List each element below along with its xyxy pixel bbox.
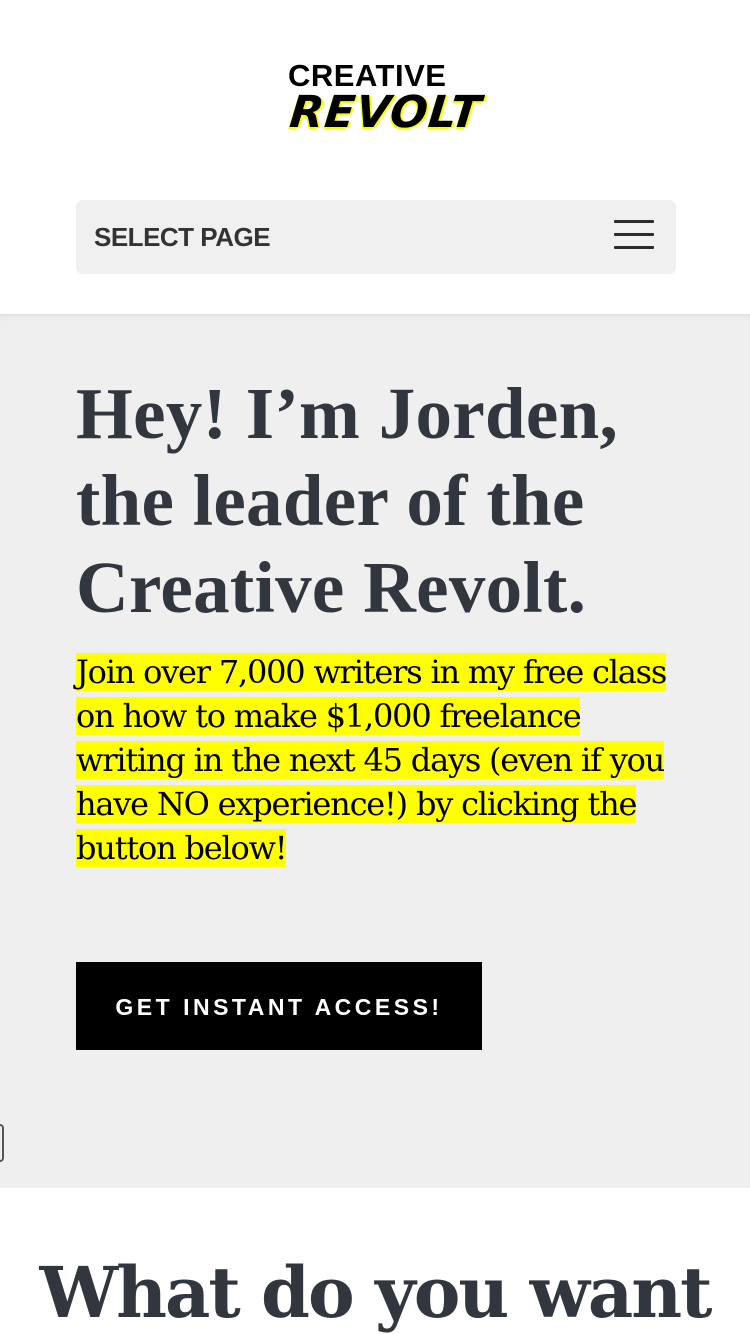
hero-subtitle-text: Join over 7,000 writers in my free class… [76,653,667,867]
section-title: What do you want [39,1251,712,1334]
select-page-menu[interactable]: SELECT PAGE [76,200,676,274]
logo-text-revolt: REVOLT [287,87,485,138]
what-do-you-want-section: What do you want [0,1188,750,1334]
select-page-label: SELECT PAGE [94,222,271,252]
get-instant-access-button[interactable]: GET INSTANT ACCESS! [76,962,482,1050]
logo-text-revolt-wrap: REVOLT [287,87,484,138]
hero-section: Hey! I’m Jorden, the leader of the Creat… [0,314,750,1188]
hero-title: Hey! I’m Jorden, the leader of the Creat… [76,373,619,628]
site-header: CREATIVE REVOLT SELECT PAGE [0,0,750,314]
hamburger-menu-icon[interactable] [614,220,654,250]
hero-subtitle: Join over 7,000 writers in my free class… [76,650,684,870]
creative-revolt-logo[interactable]: CREATIVE REVOLT [287,60,484,140]
scroll-edge-handle [0,1124,4,1162]
